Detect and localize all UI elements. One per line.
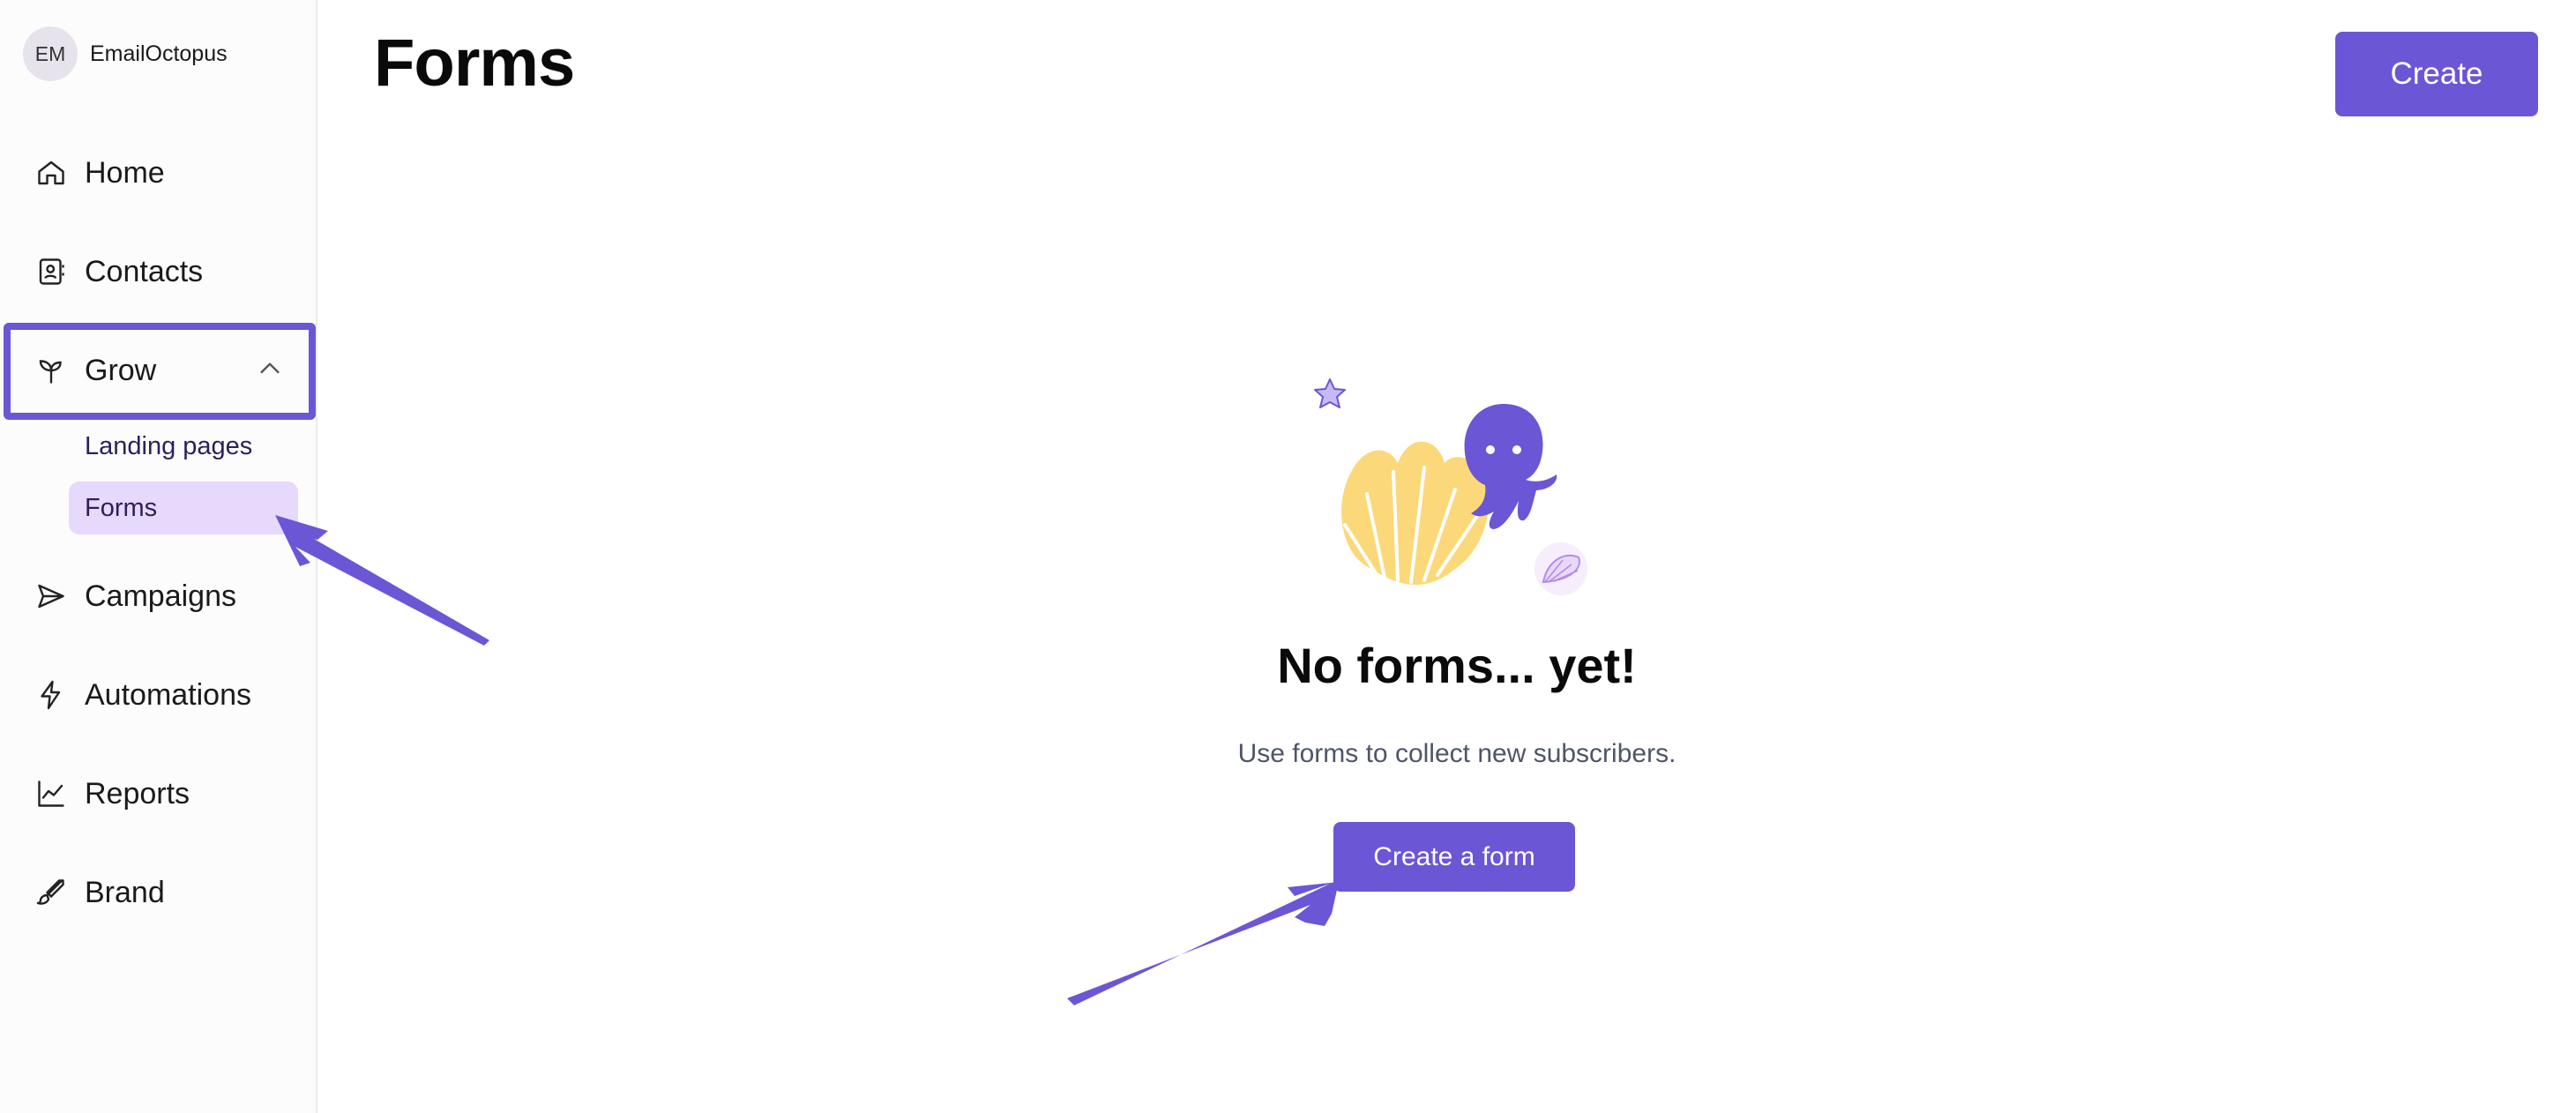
nav-item-grow[interactable]: Grow	[35, 344, 156, 397]
avatar: EM	[23, 26, 78, 81]
create-form-button[interactable]: Create a form	[1333, 822, 1575, 892]
shell-shape	[1534, 542, 1587, 595]
nav-item-home[interactable]: Home	[35, 146, 165, 199]
starfish-shape	[1314, 378, 1346, 408]
chart-line-icon	[38, 781, 64, 807]
empty-state-subtitle: Use forms to collect new subscribers.	[1237, 739, 1676, 768]
octopus-shape	[1464, 404, 1557, 529]
lightning-icon	[41, 680, 61, 710]
account-name: EmailOctopus	[90, 41, 228, 66]
nav-item-automations-label: Automations	[85, 677, 251, 712]
empty-state-title: No forms... yet!	[1277, 638, 1637, 693]
nav-item-contacts[interactable]: Contacts	[35, 245, 203, 298]
nav-item-contacts-label: Contacts	[85, 254, 204, 288]
page-title: Forms	[374, 26, 575, 101]
nav-item-reports[interactable]: Reports	[35, 767, 190, 820]
nav-item-brand[interactable]: Brand	[35, 866, 165, 919]
nav-item-automations[interactable]: Automations	[35, 669, 251, 721]
chevron-up-icon[interactable]	[256, 355, 284, 383]
paintbrush-icon	[36, 879, 64, 905]
account-switcher[interactable]: EM EmailOctopus	[23, 26, 228, 81]
home-icon	[38, 161, 64, 185]
sprout-icon	[39, 360, 62, 384]
create-button[interactable]: Create	[2335, 32, 2538, 116]
sidebar-item-landing-pages[interactable]: Landing pages	[69, 420, 252, 473]
nav-item-reports-label: Reports	[85, 776, 190, 810]
nav-item-brand-label: Brand	[85, 875, 165, 909]
nav-item-campaigns[interactable]: Campaigns	[35, 570, 236, 623]
nav-item-campaigns-label: Campaigns	[85, 579, 236, 613]
sidebar: EM EmailOctopus Home Contacts Grow Landi…	[0, 0, 317, 1113]
send-icon	[38, 584, 64, 609]
nav-item-home-label: Home	[85, 155, 165, 190]
annotation-overlay	[275, 515, 1339, 1005]
nav-item-grow-label: Grow	[85, 353, 157, 387]
coral-shape	[1341, 441, 1490, 586]
octopus-illustration	[1314, 378, 1587, 595]
contacts-icon	[39, 258, 64, 285]
sidebar-item-forms[interactable]: Forms	[69, 482, 298, 534]
annotation-arrow-create-form	[1067, 882, 1339, 1005]
